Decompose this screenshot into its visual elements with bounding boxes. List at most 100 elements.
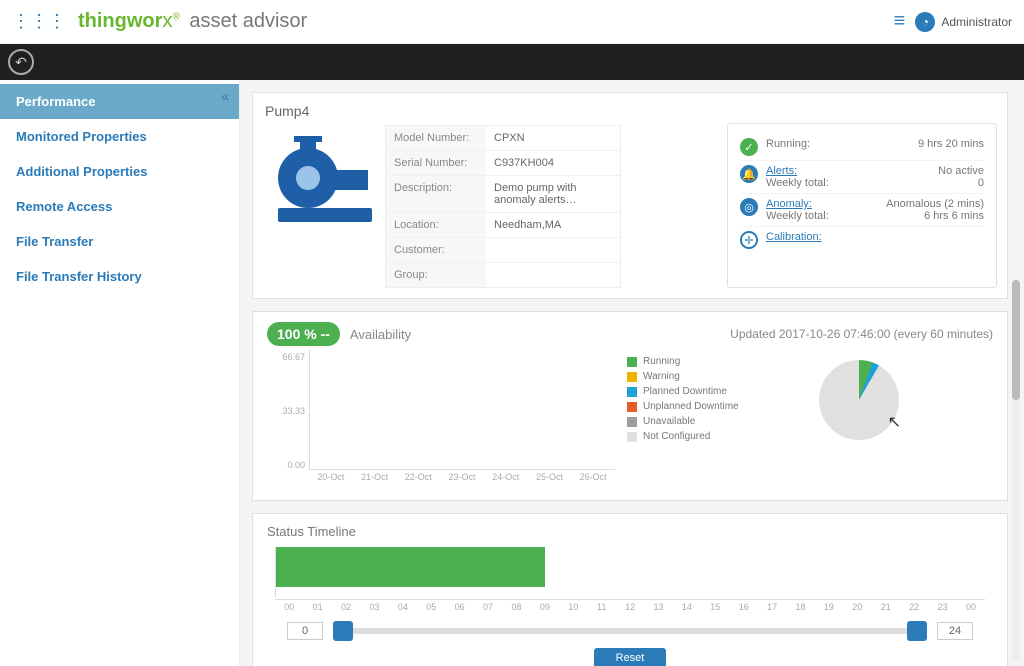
x-tick: 22-Oct: [396, 472, 440, 490]
legend-swatch: [627, 372, 637, 382]
alerts-link[interactable]: Alerts:: [766, 165, 797, 177]
timeline-tick: 03: [360, 600, 388, 612]
menu-icon[interactable]: ≡: [894, 10, 906, 33]
user-menu[interactable]: ◔ Administrator: [915, 12, 1012, 32]
availability-legend: RunningWarningPlanned DowntimeUnplanned …: [627, 350, 787, 490]
meta-key: Description:: [386, 176, 486, 212]
sidebar-item[interactable]: Remote Access: [0, 189, 239, 224]
scrollbar[interactable]: [1012, 280, 1020, 660]
meta-key: Serial Number:: [386, 151, 486, 175]
x-tick: 21-Oct: [353, 472, 397, 490]
scrollbar-thumb[interactable]: [1012, 280, 1020, 400]
legend-label: Running: [643, 356, 680, 367]
legend-swatch: [627, 432, 637, 442]
legend-item: Not Configured: [627, 429, 787, 444]
user-avatar-icon: ◔: [915, 12, 935, 32]
app-title: asset advisor: [189, 10, 307, 32]
sidebar-item[interactable]: File Transfer: [0, 224, 239, 259]
top-bar: ⋮⋮⋮ thingworx® asset advisor ≡ ◔ Adminis…: [0, 0, 1024, 44]
meta-row: Description:Demo pump with anomaly alert…: [386, 176, 620, 213]
timeline-tick: 08: [502, 600, 530, 612]
anomaly-link[interactable]: Anomaly:: [766, 198, 812, 210]
y-tick: 0.00: [275, 460, 305, 470]
chart-y-axis: 66.6733.330.00: [275, 350, 307, 470]
meta-value: [486, 263, 620, 287]
collapse-sidebar-icon[interactable]: «: [221, 88, 229, 104]
meta-key: Location:: [386, 213, 486, 237]
availability-title: Availability: [350, 327, 411, 342]
timeline-title: Status Timeline: [267, 524, 993, 539]
timeline-tick: 11: [587, 600, 615, 612]
meta-row: Model Number:CPXN: [386, 126, 620, 151]
timeline-bar-area: [275, 547, 985, 597]
timeline-tick: 05: [417, 600, 445, 612]
meta-value: Demo pump with anomaly alerts…: [486, 176, 620, 212]
sidebar-item[interactable]: Additional Properties: [0, 154, 239, 189]
slider-thumb-to[interactable]: [907, 621, 927, 641]
reset-button[interactable]: Reset: [594, 648, 667, 666]
back-button[interactable]: ↶: [8, 49, 34, 75]
meta-value: Needham,MA: [486, 213, 620, 237]
legend-label: Unavailable: [643, 416, 695, 427]
sidebar-item[interactable]: Monitored Properties: [0, 119, 239, 154]
timeline-tick: 15: [701, 600, 729, 612]
target-icon: ◎: [740, 198, 758, 216]
availability-panel: 100 % -- Availability Updated 2017-10-26…: [252, 311, 1008, 501]
status-row-calibration: ✛ Calibration:: [740, 227, 984, 253]
meta-key: Customer:: [386, 238, 486, 262]
meta-row: Location:Needham,MA: [386, 213, 620, 238]
status-running-value: 9 hrs 20 mins: [894, 138, 984, 150]
brand-reg: ®: [172, 11, 179, 22]
slider-to-value[interactable]: 24: [937, 622, 973, 640]
brand: thingworx® asset advisor: [78, 10, 307, 33]
apps-grid-icon[interactable]: ⋮⋮⋮: [12, 11, 66, 32]
alerts-value1: No active: [938, 165, 984, 177]
legend-item: Running: [627, 354, 787, 369]
legend-label: Warning: [643, 371, 680, 382]
timeline-tick: 04: [389, 600, 417, 612]
cursor-icon: ↖: [888, 412, 901, 432]
x-tick: 24-Oct: [484, 472, 528, 490]
y-tick: 66.67: [275, 352, 305, 362]
sidebar: « PerformanceMonitored PropertiesAdditio…: [0, 80, 240, 666]
bell-icon: 🔔: [740, 165, 758, 183]
legend-item: Unplanned Downtime: [627, 399, 787, 414]
slider-thumb-from[interactable]: [333, 621, 353, 641]
timeline-tick: 00: [275, 600, 303, 612]
timeline-axis: 0001020304050607080910111213141516171819…: [275, 599, 985, 612]
sidebar-item[interactable]: Performance: [0, 84, 239, 119]
anomaly-value1: Anomalous (2 mins): [886, 198, 984, 210]
meta-value: CPXN: [486, 126, 620, 150]
user-label: Administrator: [941, 15, 1012, 29]
timeline-slider[interactable]: 0 24: [287, 622, 973, 640]
asset-detail-panel: Pump4 Model Number:CPXNSerial Number:C93…: [252, 92, 1008, 299]
status-running-label: Running:: [766, 138, 886, 150]
asset-image: [265, 125, 385, 235]
timeline-tick: 22: [900, 600, 928, 612]
timeline-tick: 09: [531, 600, 559, 612]
status-row-anomaly: ◎ Anomaly: Weekly total: Anomalous (2 mi…: [740, 194, 984, 227]
pump-icon: [270, 130, 380, 230]
x-tick: 20-Oct: [309, 472, 353, 490]
brand-thingwor: thingwor: [78, 10, 162, 32]
sidebar-item[interactable]: File Transfer History: [0, 259, 239, 294]
availability-updated: Updated 2017-10-26 07:46:00 (every 60 mi…: [730, 327, 993, 341]
asset-meta-table: Model Number:CPXNSerial Number:C937KH004…: [385, 125, 621, 288]
slider-from-value[interactable]: 0: [287, 622, 323, 640]
timeline-tick: 14: [673, 600, 701, 612]
legend-label: Unplanned Downtime: [643, 401, 739, 412]
alerts-sublabel: Weekly total:: [766, 177, 829, 189]
timeline-tick: 19: [815, 600, 843, 612]
availability-pie-chart: ↖: [799, 350, 919, 450]
legend-swatch: [627, 357, 637, 367]
timeline-tick: 21: [872, 600, 900, 612]
timeline-tick: 10: [559, 600, 587, 612]
timeline-tick: 07: [474, 600, 502, 612]
meta-value: C937KH004: [486, 151, 620, 175]
legend-swatch: [627, 417, 637, 427]
legend-swatch: [627, 402, 637, 412]
timeline-running-segment: [276, 547, 545, 587]
calibration-link[interactable]: Calibration:: [766, 231, 822, 243]
x-tick: 25-Oct: [528, 472, 572, 490]
slider-track[interactable]: [333, 628, 927, 634]
